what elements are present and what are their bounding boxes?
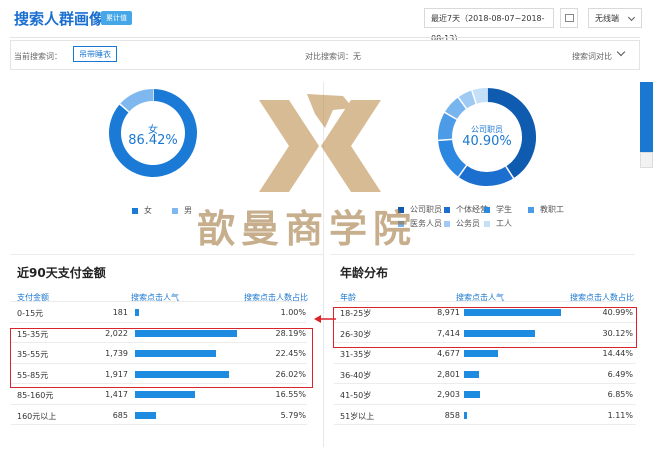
row-bar <box>135 391 195 398</box>
current-term-chip[interactable]: 吊带睡衣 <box>73 46 117 62</box>
row-bar <box>464 411 467 419</box>
calendar-button[interactable] <box>560 8 578 28</box>
donut-slice <box>444 97 467 120</box>
row-pct: 16.55% <box>275 390 306 399</box>
row-separator <box>11 301 307 302</box>
row-separator <box>334 362 636 364</box>
row-popularity: 685 <box>112 410 128 420</box>
row-popularity: 858 <box>444 410 460 420</box>
row-label: 0-15元 <box>17 309 44 318</box>
highlight-box <box>10 328 313 388</box>
row-separator <box>11 321 307 323</box>
row-popularity: 4,677 <box>437 349 460 358</box>
legend-label: 男 <box>184 206 192 215</box>
side-feedback-tab[interactable] <box>640 82 653 152</box>
gender-legend-male: 男 <box>172 205 192 216</box>
row-separator <box>334 383 636 384</box>
row-popularity: 2,903 <box>437 390 460 399</box>
row-label: 41-50岁 <box>340 391 372 400</box>
legend-label: 女 <box>144 206 152 215</box>
compare-term-label: 对比搜索词：无 <box>305 52 361 61</box>
donut-slice <box>458 90 477 109</box>
legend-label: 学生 <box>496 205 512 214</box>
row-label: 160元以上 <box>17 411 57 421</box>
legend-label: 工人 <box>496 219 512 228</box>
occupation-legend-item: 公务员 <box>444 218 480 229</box>
compare-toggle[interactable]: 搜索词对比 <box>572 51 612 62</box>
row-bar <box>135 411 156 419</box>
page-title: 搜索人群画像 <box>14 10 105 28</box>
watermark-text: 歆曼商学院 <box>197 207 418 251</box>
legend-label: 教职工 <box>540 205 564 214</box>
row-bar <box>464 391 481 398</box>
occupation-legend-item: 工人 <box>484 218 512 229</box>
row-bar <box>464 370 480 378</box>
donut-slice <box>458 165 514 186</box>
row-label: 85-160元 <box>17 391 54 400</box>
row-separator <box>11 424 307 425</box>
occupation-legend-item: 教职工 <box>528 204 564 215</box>
occupation-legend-item: 学生 <box>484 204 512 215</box>
current-term-label: 当前搜索词： <box>14 52 62 61</box>
row-bar <box>135 309 139 316</box>
gender-legend-female: 女 <box>132 205 152 216</box>
donut-slice <box>471 88 488 104</box>
chevron-down-icon <box>627 13 636 22</box>
divider <box>10 37 640 38</box>
row-pct: 1.00% <box>280 308 306 317</box>
highlight-box <box>333 307 637 348</box>
row-bar <box>464 350 499 357</box>
row-popularity: 1,417 <box>105 390 128 399</box>
row-separator <box>334 424 636 425</box>
gender-center-value: 86.42% <box>128 133 178 148</box>
payment-section-title: 近90天支付金额 <box>17 266 106 280</box>
row-pct: 5.79% <box>280 410 306 420</box>
occupation-legend-item: 个体经营 <box>444 204 488 215</box>
row-popularity: 2,801 <box>437 369 460 379</box>
row-pct: 6.85% <box>607 390 633 399</box>
row-label: 51岁以上 <box>340 411 375 421</box>
row-label: 31-35岁 <box>340 350 372 359</box>
donut-slice <box>119 89 154 113</box>
cumulative-badge: 累计值 <box>101 11 132 25</box>
row-separator <box>334 403 636 405</box>
device-select-label: 无线端 <box>595 14 619 23</box>
row-separator <box>11 403 307 405</box>
date-range-select[interactable]: 最近7天（2018-08-07~2018-08-13） <box>424 8 554 43</box>
section-divider <box>10 254 323 255</box>
device-select[interactable]: 无线端 <box>588 8 642 28</box>
legend-label: 公务员 <box>456 219 480 228</box>
highlight-arrow <box>314 315 336 323</box>
section-divider <box>330 254 635 255</box>
row-separator <box>334 301 636 302</box>
calendar-icon <box>565 14 574 22</box>
row-pct: 14.44% <box>602 349 633 358</box>
watermark-logo <box>259 94 381 192</box>
side-tab-secondary[interactable] <box>640 152 653 168</box>
age-section-title: 年龄分布 <box>340 266 389 280</box>
row-pct: 1.11% <box>607 410 633 420</box>
row-label: 36-40岁 <box>340 370 372 380</box>
occupation-center-value: 40.90% <box>462 134 512 149</box>
row-popularity: 181 <box>112 308 128 317</box>
row-pct: 6.49% <box>607 369 633 379</box>
